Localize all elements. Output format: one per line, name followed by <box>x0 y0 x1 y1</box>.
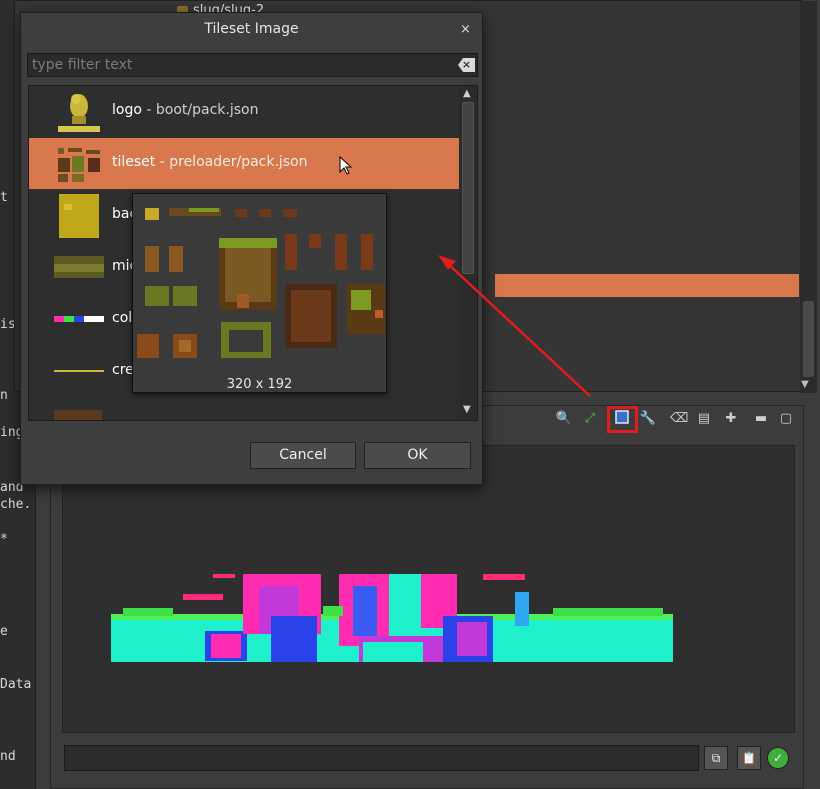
annotation-arrow <box>438 255 591 397</box>
app-window: t is n ing and che. * e Data nd slug/slu… <box>0 0 820 789</box>
